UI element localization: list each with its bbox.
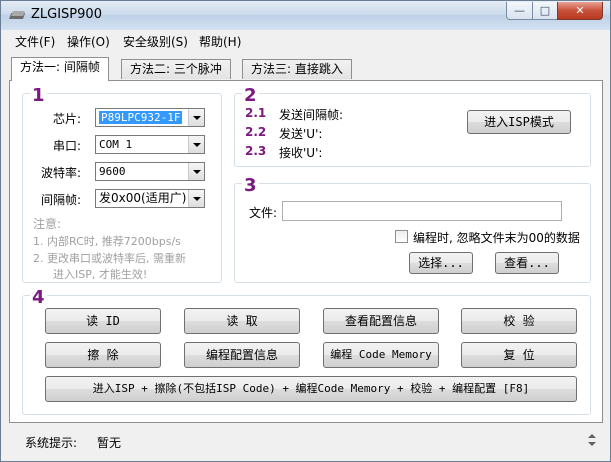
- port-select[interactable]: COM 1: [95, 135, 205, 154]
- enter-isp-button[interactable]: 进入ISP模式: [467, 110, 571, 134]
- chip-label: 芯片:: [53, 112, 82, 126]
- menu-security-level[interactable]: 安全级别(S): [123, 33, 188, 50]
- status-bar: 系统提示: 暂无: [9, 429, 603, 453]
- frame-select[interactable]: 发0x00(适用广): [95, 189, 205, 208]
- group-number-2: 2: [242, 85, 259, 106]
- frame-label: 间隔帧:: [41, 193, 82, 207]
- note-line-1: 1. 内部RC时, 推荐7200bps/s: [33, 235, 181, 248]
- erase-button[interactable]: 擦 除: [45, 342, 161, 368]
- program-code-memory-button[interactable]: 编程 Code Memory: [323, 342, 439, 368]
- window-title: ZLGISP900: [31, 7, 102, 22]
- minimize-button[interactable]: —: [506, 2, 533, 20]
- select-file-button[interactable]: 选择...: [409, 252, 473, 274]
- chevron-down-icon[interactable]: [188, 163, 204, 180]
- step-2-1-label: 发送间隔帧:: [279, 108, 344, 122]
- baud-select[interactable]: 9600: [95, 162, 205, 181]
- tab-method-1[interactable]: 方法一: 间隔帧: [11, 57, 109, 81]
- baud-label: 波特率:: [41, 166, 82, 180]
- tab-panel: 1 芯片: P89LPC932-1F 串口: COM 1 波特率: 9600 间…: [9, 80, 603, 423]
- reset-button[interactable]: 复 位: [461, 342, 577, 368]
- view-file-button[interactable]: 查看...: [495, 252, 559, 274]
- step-2-3-number: 2.3: [245, 144, 267, 158]
- chevron-down-icon[interactable]: [188, 136, 204, 153]
- step-2-3-label: 接收'U':: [279, 146, 323, 160]
- verify-button[interactable]: 校 验: [461, 308, 577, 334]
- step-2-2-label: 发送'U':: [279, 127, 323, 141]
- file-path-input[interactable]: [282, 201, 562, 221]
- chevron-down-icon[interactable]: [188, 109, 204, 126]
- menu-operate[interactable]: 操作(O): [67, 33, 110, 50]
- operations-group: 4 读 ID 读 取 查看配置信息 校 验 擦 除 编程配置信息 编程 Code…: [22, 289, 591, 415]
- chip-select[interactable]: P89LPC932-1F: [95, 108, 205, 127]
- port-label: 串口:: [53, 139, 82, 153]
- menu-bar: 文件(F) 操作(O) 安全级别(S) 帮助(H): [8, 30, 604, 50]
- chip-value: P89LPC932-1F: [99, 111, 183, 124]
- menu-file[interactable]: 文件(F): [15, 33, 55, 50]
- frame-value: 发0x00(适用广): [99, 191, 187, 205]
- auto-program-button[interactable]: 进入ISP + 擦除(不包括ISP Code) + 编程Code Memory …: [45, 376, 577, 402]
- menu-help[interactable]: 帮助(H): [199, 33, 241, 50]
- app-icon: [9, 11, 25, 19]
- chevron-down-icon[interactable]: [188, 190, 204, 207]
- group-number-4: 4: [30, 287, 47, 308]
- note-title: 注意:: [33, 217, 62, 231]
- tab-method-3[interactable]: 方法三: 直接跳入: [242, 59, 352, 79]
- config-group: 1 芯片: P89LPC932-1F 串口: COM 1 波特率: 9600 间…: [22, 87, 222, 283]
- port-value: COM 1: [99, 138, 133, 151]
- view-config-button[interactable]: 查看配置信息: [323, 308, 439, 334]
- step-2-2-number: 2.2: [245, 125, 267, 139]
- baud-value: 9600: [99, 165, 126, 178]
- title-bar[interactable]: ZLGISP900 — □ ✕: [1, 1, 610, 30]
- group-number-3: 3: [242, 175, 259, 196]
- scroll-arrows-icon[interactable]: [587, 433, 597, 447]
- ignore-00-checkbox[interactable]: [395, 230, 408, 243]
- group-number-1: 1: [30, 85, 47, 106]
- status-value: 暂无: [97, 436, 122, 450]
- read-id-button[interactable]: 读 ID: [45, 308, 161, 334]
- file-label: 文件:: [249, 206, 278, 220]
- handshake-group: 2 2.1 发送间隔帧: 2.2 发送'U': 2.3 接收'U': 进入ISP…: [234, 87, 591, 167]
- status-label: 系统提示:: [25, 436, 78, 450]
- read-button[interactable]: 读 取: [184, 308, 300, 334]
- note-line-3: 进入ISP, 才能生效!: [53, 268, 148, 281]
- maximize-button[interactable]: □: [532, 2, 558, 20]
- app-window: ZLGISP900 — □ ✕ 文件(F) 操作(O) 安全级别(S) 帮助(H…: [0, 0, 611, 462]
- tab-method-2[interactable]: 方法二: 三个脉冲: [121, 59, 231, 79]
- program-config-button[interactable]: 编程配置信息: [184, 342, 300, 368]
- close-button[interactable]: ✕: [557, 2, 603, 20]
- note-line-2: 2. 更改串口或波特率后, 需重新: [33, 252, 186, 265]
- file-group: 3 文件: 编程时, 忽略文件末为00的数据 选择... 查看...: [234, 177, 591, 283]
- tab-strip: 方法一: 间隔帧 方法二: 三个脉冲 方法三: 直接跳入: [9, 57, 603, 81]
- ignore-00-label[interactable]: 编程时, 忽略文件末为00的数据: [413, 229, 580, 246]
- step-2-1-number: 2.1: [245, 106, 267, 120]
